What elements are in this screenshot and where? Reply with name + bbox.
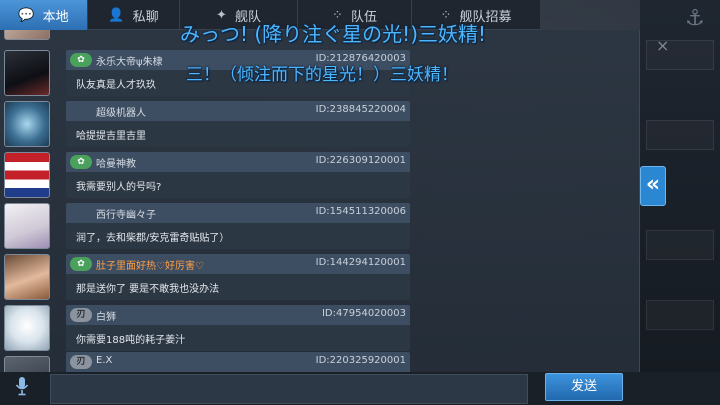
message-header: 刃 E.X ID:220325920001 bbox=[66, 352, 410, 372]
avatar[interactable] bbox=[4, 152, 50, 198]
side-panel-row bbox=[646, 300, 714, 330]
microphone-icon[interactable] bbox=[8, 376, 36, 402]
sender-name[interactable]: 西行寺幽々子 bbox=[96, 206, 156, 221]
sender-name[interactable]: 哈曼神教 bbox=[96, 155, 136, 170]
side-panel-row bbox=[646, 120, 714, 150]
anchor-icon[interactable]: ⚓ bbox=[678, 4, 712, 34]
send-button[interactable]: 发送 bbox=[545, 373, 623, 401]
tab-local[interactable]: 💬 本地 bbox=[0, 0, 88, 30]
chat-message: ✿ 哈曼神教 ID:226309120001 我需要别人的号吗? bbox=[66, 152, 410, 198]
sender-name[interactable]: 肚子里面好热♡好厉害♡ bbox=[96, 257, 204, 272]
message-text: 你需要188吨的耗子姜汁 bbox=[66, 325, 410, 351]
vip-badge-icon: ✿ bbox=[70, 53, 92, 67]
chat-message: 西行寺幽々子 ID:154511320006 润了，去和柴郡/安克雷奇贴贴了） bbox=[66, 203, 410, 249]
message-text: 润了，去和柴郡/安克雷奇贴贴了） bbox=[66, 223, 410, 249]
message-text: 我需要别人的号吗? bbox=[66, 172, 410, 198]
chat-message: 刃 E.X ID:220325920001 bbox=[66, 352, 410, 372]
rank-badge-icon: 刃 bbox=[70, 355, 92, 369]
chat-message: 超级机器人 ID:238845220004 哈提提吉里吉里 bbox=[66, 101, 410, 147]
microphone-icon-svg bbox=[15, 377, 29, 396]
sender-id: ID:47954020003 bbox=[321, 308, 406, 319]
avatar[interactable] bbox=[4, 101, 50, 147]
sender-id: ID:154511320006 bbox=[315, 206, 406, 217]
collapse-chat-button[interactable]: « bbox=[640, 166, 666, 206]
sender-name[interactable]: E.X bbox=[96, 355, 112, 366]
sender-name[interactable]: 白狮 bbox=[96, 308, 116, 323]
message-text: 哈提提吉里吉里 bbox=[66, 121, 410, 147]
message-input[interactable] bbox=[50, 374, 528, 404]
avatar[interactable] bbox=[4, 30, 50, 40]
vip-badge-icon: ✿ bbox=[70, 257, 92, 271]
avatar[interactable] bbox=[4, 50, 50, 96]
vip-badge-icon: ✿ bbox=[70, 155, 92, 169]
avatar[interactable] bbox=[4, 356, 50, 372]
subtitle-japanese: みっつ! (降り注ぐ星の光!)三妖精! bbox=[180, 22, 487, 46]
message-header: 超级机器人 ID:238845220004 bbox=[66, 101, 410, 121]
avatar[interactable] bbox=[4, 203, 50, 249]
sender-name[interactable]: 永乐大帝ψ朱棣 bbox=[96, 53, 163, 68]
tab-private-chat[interactable]: 👤 私聊 bbox=[88, 0, 180, 30]
sender-id: ID:238845220004 bbox=[315, 104, 406, 115]
avatar[interactable] bbox=[4, 305, 50, 351]
chat-message: ✿ 肚子里面好热♡好厉害♡ ID:144294120001 那是送你了 要是不敢… bbox=[66, 254, 410, 300]
message-text: 那是送你了 要是不敢我也没办法 bbox=[66, 274, 410, 300]
chat-input-bar: 发送 bbox=[0, 372, 720, 405]
sender-name[interactable]: 超级机器人 bbox=[96, 104, 146, 119]
tab-label: 本地 bbox=[42, 9, 69, 25]
side-panel-row bbox=[646, 230, 714, 260]
chat-bubbles-icon: 💬 bbox=[18, 7, 35, 23]
person-chat-icon: 👤 bbox=[108, 7, 125, 23]
sender-id: ID:144294120001 bbox=[315, 257, 406, 268]
sender-id: ID:226309120001 bbox=[315, 155, 406, 166]
tab-label: 私聊 bbox=[132, 9, 159, 25]
sender-id: ID:220325920001 bbox=[315, 355, 406, 366]
avatar[interactable] bbox=[4, 254, 50, 300]
close-icon[interactable]: × bbox=[656, 36, 669, 55]
message-header: ✿ 肚子里面好热♡好厉害♡ ID:144294120001 bbox=[66, 254, 410, 274]
message-header: 西行寺幽々子 ID:154511320006 bbox=[66, 203, 410, 223]
subtitle-chinese: 三！（倾注而下的星光！）三妖精！ bbox=[186, 65, 458, 85]
double-chevron-left-icon: « bbox=[645, 172, 661, 197]
message-header: 刃 白狮 ID:47954020003 bbox=[66, 305, 410, 325]
chat-message: 刃 白狮 ID:47954020003 你需要188吨的耗子姜汁 bbox=[66, 305, 410, 351]
rank-badge-icon: 刃 bbox=[70, 308, 92, 322]
message-header: ✿ 哈曼神教 ID:226309120001 bbox=[66, 152, 410, 172]
